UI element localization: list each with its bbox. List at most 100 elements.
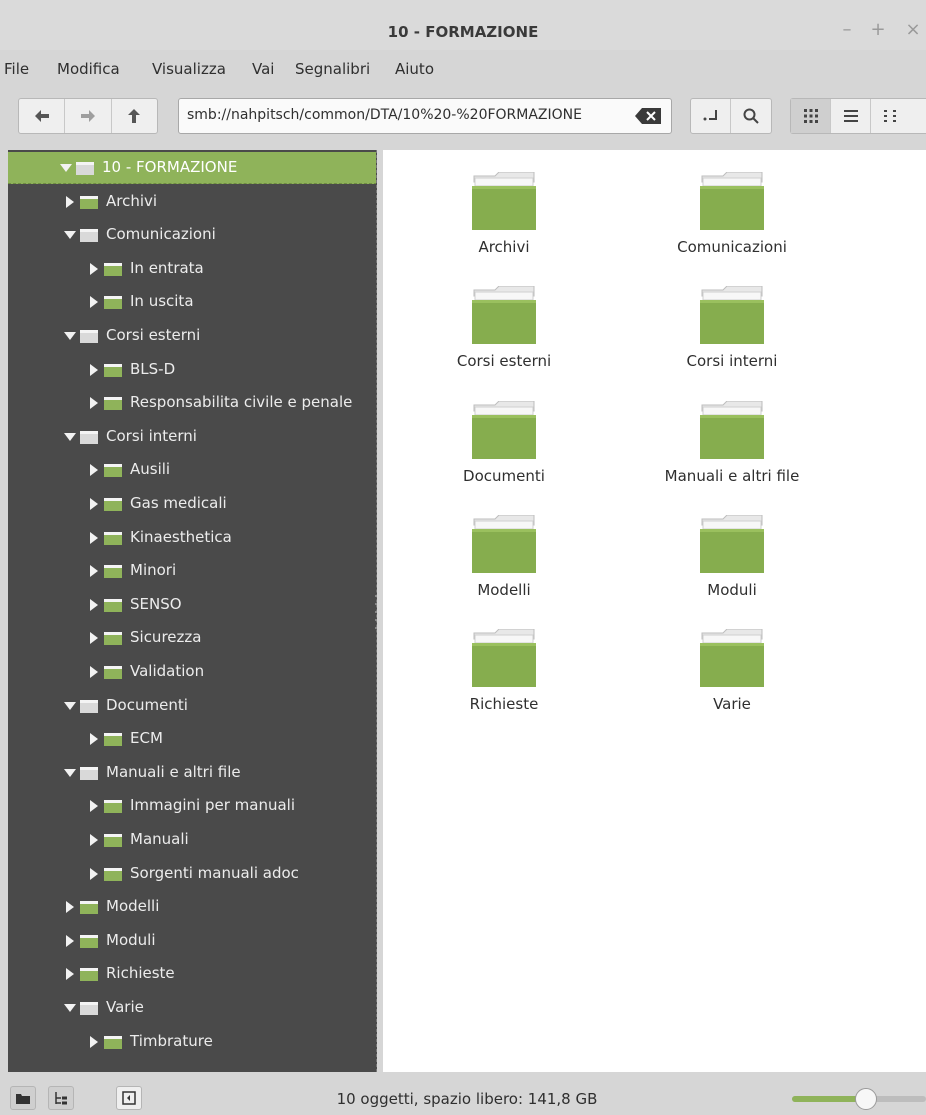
- collapsed-arrow-icon[interactable]: [88, 598, 100, 611]
- collapsed-arrow-icon[interactable]: [88, 1035, 100, 1048]
- toggle-location-button[interactable]: [691, 99, 731, 133]
- sidebar-item[interactable]: Corsi esterni: [8, 320, 376, 352]
- collapsed-arrow-icon[interactable]: [88, 464, 100, 477]
- zoom-slider[interactable]: [792, 1088, 926, 1110]
- minimize-button[interactable]: –: [837, 19, 857, 40]
- sidebar-item[interactable]: SENSO: [8, 589, 376, 621]
- collapsed-arrow-icon[interactable]: [88, 498, 100, 510]
- sidebar-item-label: Minori: [130, 561, 177, 580]
- collapsed-arrow-icon[interactable]: [64, 968, 76, 981]
- view-mode-buttons: [790, 98, 926, 134]
- sidebar-item[interactable]: Validation: [8, 656, 376, 688]
- sidebar-item[interactable]: ECM: [8, 723, 376, 755]
- expanded-arrow-icon[interactable]: [64, 767, 76, 779]
- sidebar-item-label: Immagini per manuali: [130, 796, 295, 815]
- sidebar-item[interactable]: Timbrature: [8, 1026, 376, 1058]
- collapsed-arrow-icon[interactable]: [64, 195, 76, 208]
- expanded-arrow-icon[interactable]: [60, 162, 72, 174]
- back-button[interactable]: [19, 99, 66, 133]
- collapsed-arrow-icon[interactable]: [88, 867, 100, 880]
- folder-icon: [700, 286, 764, 344]
- folder-icon: [700, 172, 764, 230]
- expanded-arrow-icon[interactable]: [64, 431, 76, 443]
- collapsed-arrow-icon[interactable]: [88, 296, 100, 309]
- sidebar-item[interactable]: 10 - FORMAZIONE: [8, 152, 376, 184]
- sidebar-item[interactable]: Ausili: [8, 454, 376, 486]
- sidebar-item[interactable]: BLS-D: [8, 354, 376, 386]
- location-path[interactable]: smb://nahpitsch/common/DTA/10%20-%20FORM…: [187, 107, 627, 123]
- sidebar-item[interactable]: Corsi interni: [8, 421, 376, 453]
- icon-view-button[interactable]: [791, 99, 831, 133]
- sidebar-item[interactable]: Moduli: [8, 925, 376, 957]
- forward-button[interactable]: [65, 99, 112, 133]
- sidebar-item[interactable]: Immagini per manuali: [8, 790, 376, 822]
- collapsed-arrow-icon[interactable]: [88, 262, 100, 275]
- search-button[interactable]: [731, 99, 771, 133]
- folder-item[interactable]: Manuali e altri file: [617, 401, 847, 511]
- sidebar-item[interactable]: Archivi: [8, 186, 376, 218]
- file-view: Archivi Comunicazioni Corsi esterni Corsi i…: [383, 150, 926, 1072]
- collapsed-arrow-icon[interactable]: [88, 834, 100, 846]
- expanded-arrow-icon[interactable]: [64, 1002, 76, 1014]
- sidebar-item[interactable]: Sorgenti manuali adoc: [8, 858, 376, 890]
- folder-icon: [472, 515, 536, 573]
- collapsed-arrow-icon[interactable]: [64, 901, 76, 914]
- folder-item[interactable]: Varie: [617, 629, 847, 739]
- sidebar-item[interactable]: Manuali e altri file: [8, 757, 376, 789]
- maximize-button[interactable]: +: [868, 19, 888, 40]
- sidebar-item[interactable]: Varie: [8, 992, 376, 1024]
- collapsed-arrow-icon[interactable]: [88, 565, 100, 578]
- sidebar-item[interactable]: Kinaesthetica: [8, 522, 376, 554]
- sidebar-item[interactable]: Manuali: [8, 824, 376, 856]
- folder-item[interactable]: Moduli: [617, 515, 847, 625]
- folder-item[interactable]: Comunicazioni: [617, 172, 847, 282]
- folder-item[interactable]: Corsi esterni: [389, 286, 619, 396]
- collapsed-arrow-icon[interactable]: [88, 666, 100, 678]
- folder-label: Corsi interni: [686, 352, 778, 370]
- folder-icon: [104, 867, 122, 881]
- menu-file[interactable]: File: [4, 60, 29, 78]
- collapsed-arrow-icon[interactable]: [88, 632, 100, 645]
- menu-modifica[interactable]: Modifica: [57, 60, 120, 78]
- list-view-button[interactable]: [831, 99, 871, 133]
- folder-icon: [104, 632, 122, 646]
- expanded-arrow-icon[interactable]: [64, 330, 76, 342]
- zoom-knob[interactable]: [854, 1088, 877, 1110]
- sidebar-tree: 10 - FORMAZIONE Archivi Comunicazioni In en…: [8, 150, 377, 1072]
- compact-view-button[interactable]: [871, 99, 911, 133]
- collapsed-arrow-icon[interactable]: [88, 363, 100, 376]
- menu-visualizza[interactable]: Visualizza: [152, 60, 226, 78]
- folder-item[interactable]: Modelli: [389, 515, 619, 625]
- menu-segnalibri[interactable]: Segnalibri: [295, 60, 370, 78]
- sidebar-item[interactable]: In uscita: [8, 286, 376, 318]
- menu-aiuto[interactable]: Aiuto: [395, 60, 434, 78]
- expanded-arrow-icon[interactable]: [64, 700, 76, 712]
- clear-location-button[interactable]: [635, 108, 661, 124]
- collapsed-arrow-icon[interactable]: [88, 531, 100, 544]
- sidebar-item[interactable]: Modelli: [8, 891, 376, 923]
- collapsed-arrow-icon[interactable]: [88, 800, 100, 813]
- sidebar-item[interactable]: In entrata: [8, 253, 376, 285]
- up-button[interactable]: [112, 99, 157, 133]
- sidebar-item[interactable]: Richieste: [8, 958, 376, 990]
- close-button[interactable]: ×: [903, 19, 923, 40]
- toggle-location-icon: [703, 110, 717, 121]
- sidebar-item[interactable]: Minori: [8, 555, 376, 587]
- location-bar[interactable]: smb://nahpitsch/common/DTA/10%20-%20FORM…: [178, 98, 672, 134]
- expanded-arrow-icon[interactable]: [64, 229, 76, 241]
- sidebar-item[interactable]: Documenti: [8, 690, 376, 722]
- menu-vai[interactable]: Vai: [252, 60, 274, 78]
- sidebar-item[interactable]: Gas medicali: [8, 488, 376, 520]
- folder-icon: [80, 766, 98, 780]
- folder-item[interactable]: Corsi interni: [617, 286, 847, 396]
- sidebar-item[interactable]: Responsabilita civile e penale: [8, 387, 376, 419]
- folder-item[interactable]: Documenti: [389, 401, 619, 511]
- collapsed-arrow-icon[interactable]: [64, 934, 76, 947]
- folder-item[interactable]: Archivi: [389, 172, 619, 282]
- sidebar-item[interactable]: Sicurezza: [8, 622, 376, 654]
- folder-item[interactable]: Richieste: [389, 629, 619, 739]
- pane-splitter[interactable]: [373, 592, 379, 632]
- collapsed-arrow-icon[interactable]: [88, 733, 100, 746]
- collapsed-arrow-icon[interactable]: [88, 397, 100, 410]
- sidebar-item[interactable]: Comunicazioni: [8, 219, 376, 251]
